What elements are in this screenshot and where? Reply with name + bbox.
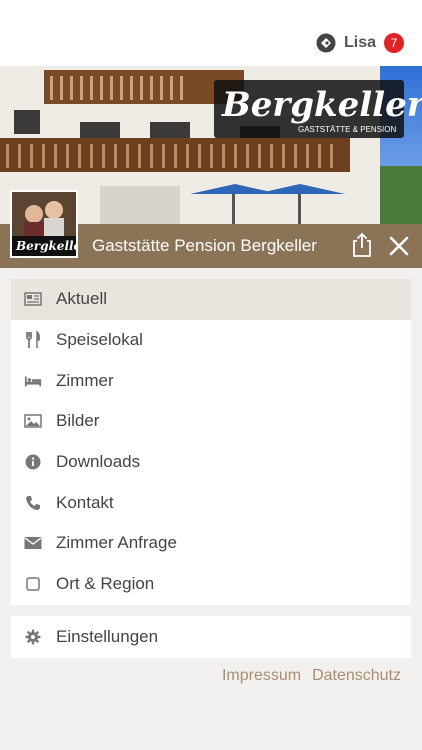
top-bar: Lisa 7: [0, 0, 422, 66]
nav-menu: Aktuell Speiselokal Zimmer Bilder Downlo…: [11, 279, 411, 605]
page-title: Gaststätte Pension Bergkeller: [92, 236, 317, 255]
menu-label: Speiselokal: [56, 330, 143, 350]
menu-item-zimmer-anfrage[interactable]: Zimmer Anfrage: [11, 523, 411, 564]
user-name: Lisa: [343, 34, 376, 51]
info-icon: [24, 453, 42, 471]
venue-thumbnail: Bergkeller: [10, 190, 78, 258]
menu-label: Downloads: [56, 452, 141, 472]
menu-item-bilder[interactable]: Bilder: [11, 401, 411, 442]
share-button[interactable]: [350, 232, 374, 258]
envelope-icon: [24, 534, 42, 552]
settings-label: Einstellungen: [56, 627, 159, 646]
menu-label: Aktuell: [56, 289, 108, 309]
newspaper-icon: [24, 290, 42, 308]
impressum-link[interactable]: Impressum: [222, 667, 301, 685]
menu-item-zimmer[interactable]: Zimmer: [11, 360, 411, 401]
gear-icon: [24, 628, 42, 646]
fork-knife-icon: [24, 331, 42, 349]
menu-item-speiselokal[interactable]: Speiselokal: [11, 320, 411, 361]
brand-title: Bergkeller: [221, 85, 422, 125]
menu-item-ort-region[interactable]: Ort & Region: [11, 564, 411, 605]
notification-badge[interactable]: 7: [384, 33, 404, 53]
footer-links: Impressum Datenschutz: [222, 667, 401, 685]
close-button[interactable]: [389, 236, 409, 256]
share-icon: [353, 232, 371, 257]
menu-item-downloads[interactable]: Downloads: [11, 442, 411, 483]
close-icon: [389, 236, 409, 256]
menu-label: Ort & Region: [56, 574, 155, 594]
menu-label: Zimmer Anfrage: [56, 533, 177, 553]
user-account[interactable]: Lisa 7: [316, 33, 404, 53]
phone-icon: [24, 494, 42, 512]
menu-label: Bilder: [56, 411, 100, 431]
menu-label: Kontakt: [56, 492, 114, 512]
menu-item-kontakt[interactable]: Kontakt: [11, 482, 411, 523]
square-icon: [24, 575, 42, 593]
brand-subtitle: GASTSTÄTTE & PENSION: [298, 125, 396, 134]
bed-icon: [24, 372, 42, 390]
image-icon: [24, 412, 42, 430]
datenschutz-link[interactable]: Datenschutz: [312, 667, 401, 685]
lisa-logo-icon: [316, 33, 336, 53]
menu-label: Zimmer: [56, 370, 114, 390]
menu-item-aktuell[interactable]: Aktuell: [11, 279, 411, 320]
thumb-logo-text: Bergkeller: [15, 239, 76, 253]
menu-item-einstellungen[interactable]: Einstellungen: [11, 616, 411, 658]
